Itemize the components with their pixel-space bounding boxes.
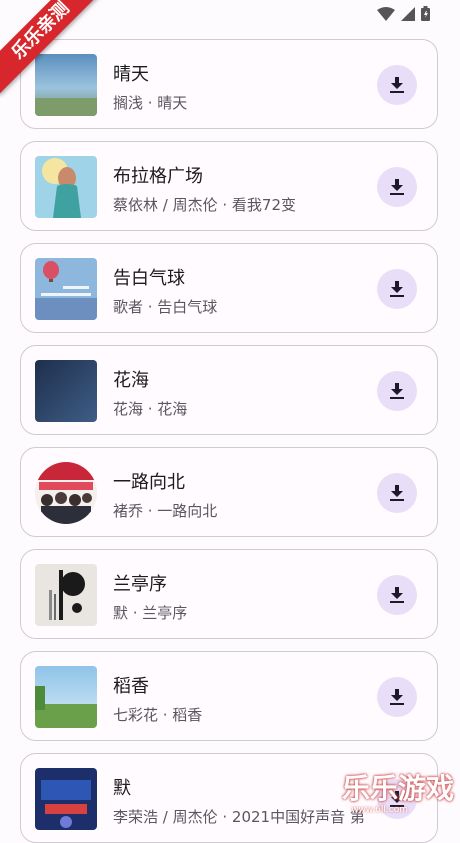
song-title: 布拉格广场 (113, 166, 203, 187)
song-item[interactable]: 晴天 搁浅 · 晴天 (20, 39, 438, 129)
status-icons (377, 6, 430, 21)
download-button[interactable] (377, 65, 417, 105)
download-icon (390, 587, 404, 603)
song-title: 稻香 (113, 676, 149, 697)
signal-icon (401, 6, 415, 21)
song-subtitle: 歌者 · 告白气球 (113, 298, 218, 316)
song-title: 花海 (113, 370, 149, 391)
song-subtitle: 七彩花 · 稻香 (113, 706, 203, 724)
cover-art (35, 54, 97, 116)
cover-art (35, 360, 97, 422)
watermark-url: www.6ll.com (351, 805, 408, 815)
song-item[interactable]: 告白气球 歌者 · 告白气球 (20, 243, 438, 333)
song-title: 一路向北 (113, 472, 185, 493)
cover-art (35, 156, 97, 218)
song-title: 默 (113, 778, 131, 799)
cover-art (35, 768, 97, 830)
download-icon (390, 281, 404, 297)
download-icon (390, 383, 404, 399)
song-item[interactable]: 布拉格广场 蔡依林 / 周杰伦 · 看我72变 (20, 141, 438, 231)
song-item[interactable]: 一路向北 褚乔 · 一路向北 (20, 447, 438, 537)
download-button[interactable] (377, 473, 417, 513)
download-icon (390, 689, 404, 705)
download-icon (390, 485, 404, 501)
wifi-icon (377, 6, 395, 21)
song-subtitle: 搁浅 · 晴天 (113, 94, 188, 112)
cover-art (35, 462, 97, 524)
battery-icon (421, 6, 430, 21)
song-item[interactable]: 稻香 七彩花 · 稻香 (20, 651, 438, 741)
cover-art (35, 258, 97, 320)
download-icon (390, 179, 404, 195)
download-button[interactable] (377, 167, 417, 207)
brand-watermark: 乐乐游戏 (341, 772, 454, 805)
song-subtitle: 默 · 兰亭序 (113, 604, 188, 622)
song-subtitle: 蔡依林 / 周杰伦 · 看我72变 (113, 196, 296, 214)
song-title: 告白气球 (113, 268, 185, 289)
song-title: 晴天 (113, 64, 149, 85)
song-item[interactable]: 花海 花海 · 花海 (20, 345, 438, 435)
cover-art (35, 666, 97, 728)
download-button[interactable] (377, 677, 417, 717)
song-item[interactable]: 兰亭序 默 · 兰亭序 (20, 549, 438, 639)
song-subtitle: 褚乔 · 一路向北 (113, 502, 218, 520)
cover-art (35, 564, 97, 626)
download-button[interactable] (377, 575, 417, 615)
song-subtitle: 花海 · 花海 (113, 400, 188, 418)
song-title: 兰亭序 (113, 574, 167, 595)
download-button[interactable] (377, 269, 417, 309)
download-icon (390, 77, 404, 93)
download-button[interactable] (377, 371, 417, 411)
